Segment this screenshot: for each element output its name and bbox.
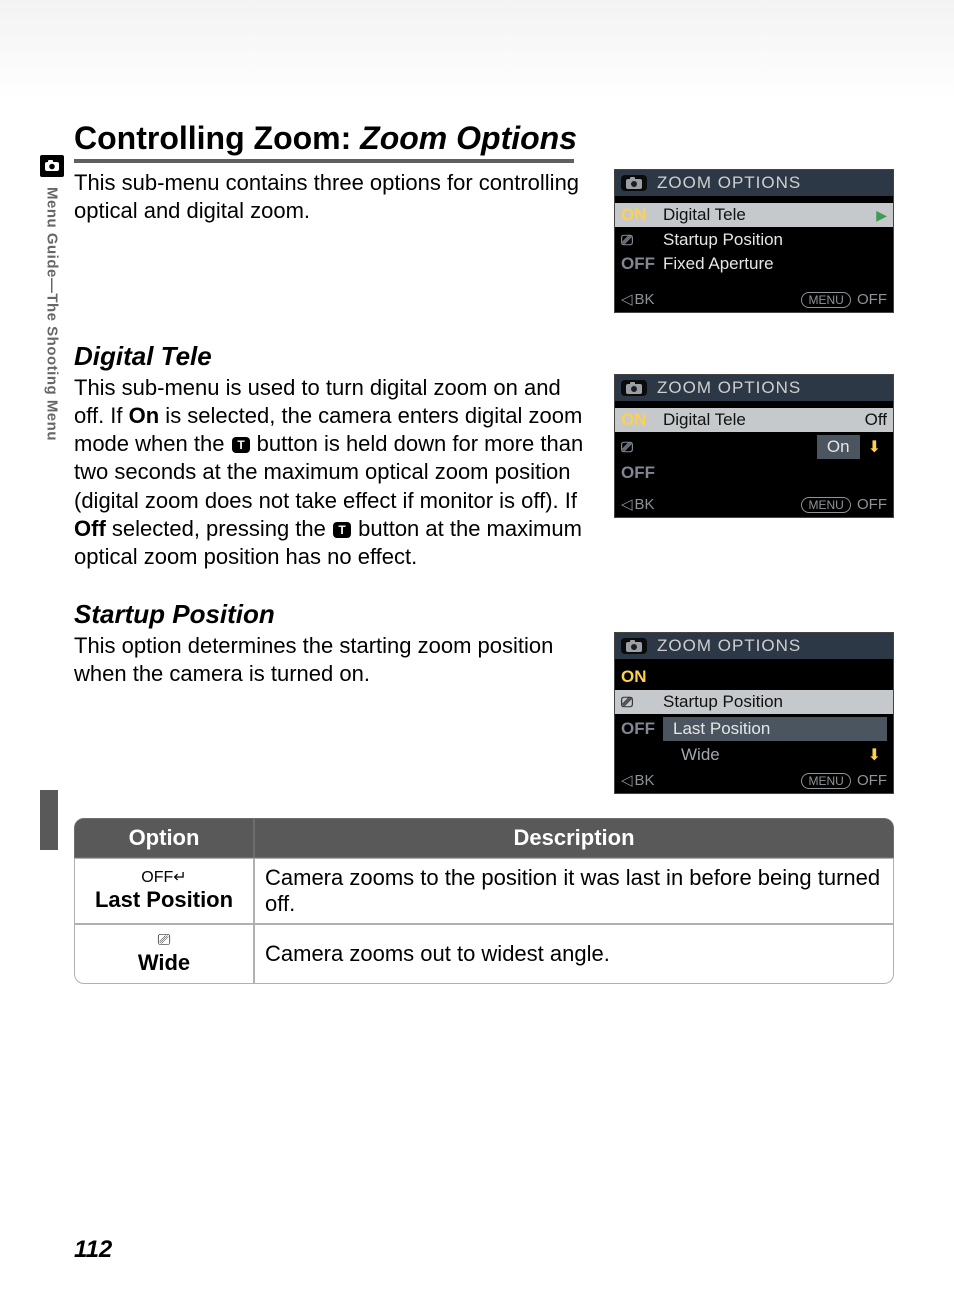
col-option: Option [74, 818, 254, 858]
menu-item-fixed-aperture[interactable]: OFF Fixed Aperture [621, 252, 887, 276]
back-hint: BK [621, 771, 655, 789]
arrow-down-icon: ⬇ [868, 745, 881, 765]
menu-option-on[interactable]: ⎚ On ⬇ [621, 433, 887, 461]
lcd-digital-tele-submenu: ZOOM OPTIONS ON Digital Tele Off ⎚ On ⬇ … [614, 374, 894, 518]
camera-icon [621, 380, 647, 396]
page-marker [40, 790, 58, 850]
option-label: Wide [138, 950, 190, 975]
option-description: Camera zooms out to widest angle. [254, 924, 894, 984]
sliders-icon: ⎚ [621, 439, 655, 456]
menu-icon: MENU [801, 292, 850, 308]
sliders-icon: ⎚ [621, 232, 655, 249]
back-hint: BK [621, 495, 655, 513]
camera-icon [621, 638, 647, 654]
page-title: Controlling Zoom: Zoom Options [74, 120, 894, 163]
arrow-down-icon: ⬇ [868, 437, 881, 457]
svg-text:T: T [237, 438, 245, 452]
table-row: OFF↵ Last Position Camera zooms to the p… [74, 858, 894, 924]
back-hint: BK [621, 290, 655, 308]
tele-button-icon: T [231, 436, 251, 454]
startup-position-body: This option determines the starting zoom… [74, 632, 590, 688]
wide-icon: ⎚ [85, 931, 243, 950]
camera-icon [621, 175, 647, 191]
menu-item-digital-tele: ON Digital Tele Off [615, 408, 893, 432]
lcd-startup-position-submenu: ZOOM OPTIONS ON ⎚ Startup Position OFF L… [614, 632, 894, 794]
intro-text: This sub-menu contains three options for… [74, 169, 590, 225]
col-description: Description [254, 818, 894, 858]
menu-option-last-position[interactable]: OFF Last Position [621, 715, 887, 743]
menu-item-startup-position: ⎚ Startup Position [615, 690, 893, 714]
chevron-right-icon: ▶ [876, 207, 887, 224]
menu-icon: MENU [801, 497, 850, 513]
lcd-zoom-options-main: ZOOM OPTIONS ON Digital Tele ▶ ⎚ Startup… [614, 169, 894, 313]
side-tab-label: Menu Guide—The Shooting Menu [44, 181, 61, 441]
menu-item-startup-position[interactable]: ⎚ Startup Position [621, 228, 887, 252]
digital-tele-body: This sub-menu is used to turn digital zo… [74, 374, 590, 571]
last-position-icon: OFF↵ [85, 868, 243, 887]
section-side-tab: Menu Guide—The Shooting Menu [40, 155, 64, 441]
startup-position-options-table: Option Description OFF↵ Last Position Ca… [74, 818, 894, 984]
tele-button-icon: T [332, 521, 352, 539]
option-description: Camera zooms to the position it was last… [254, 858, 894, 924]
section-heading-startup-position: Startup Position [74, 599, 894, 630]
menu-option-wide[interactable]: Wide ⬇ [621, 743, 887, 767]
section-heading-digital-tele: Digital Tele [74, 341, 894, 372]
table-row: ⎚ Wide Camera zooms out to widest angle. [74, 924, 894, 984]
svg-text:T: T [338, 523, 346, 537]
table-header-row: Option Description [74, 818, 894, 858]
option-label: Last Position [95, 887, 233, 912]
camera-icon [40, 155, 64, 177]
menu-icon: MENU [801, 773, 850, 789]
sliders-icon: ⎚ [621, 694, 655, 711]
page-number: 112 [74, 1236, 112, 1264]
menu-item-digital-tele[interactable]: ON Digital Tele ▶ [615, 203, 893, 227]
